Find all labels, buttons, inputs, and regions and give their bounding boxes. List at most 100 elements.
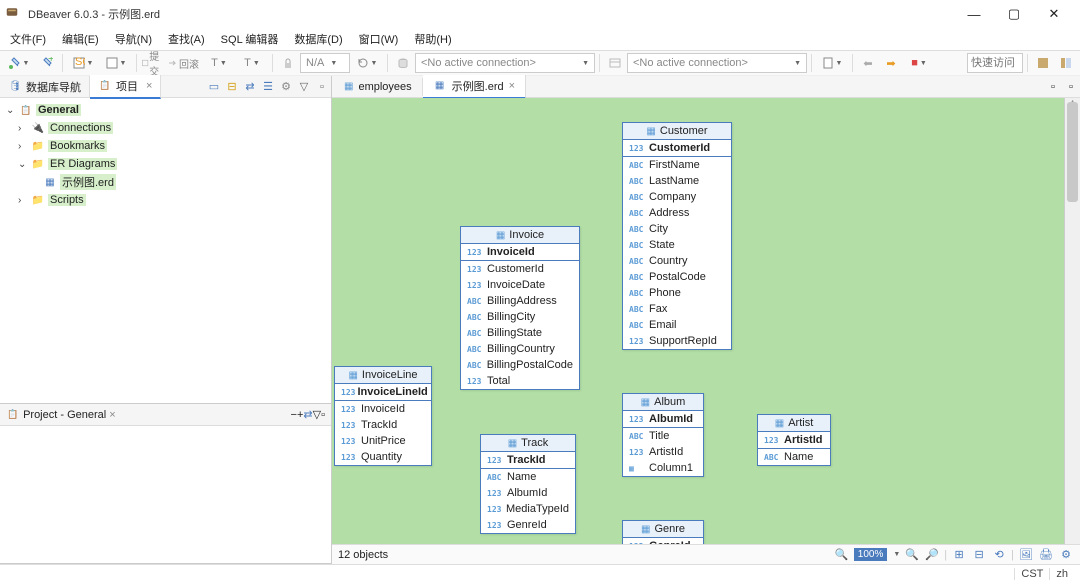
zoom-in-icon[interactable]: 🔍 (904, 548, 920, 561)
menu-navigate[interactable]: 导航(N) (107, 29, 160, 49)
maximize-editor-icon[interactable]: ▫ (1044, 78, 1062, 96)
column-row[interactable]: 123TrackId (335, 417, 431, 433)
menu-window[interactable]: 窗口(W) (351, 29, 407, 49)
print-icon[interactable]: 🖨 (1038, 548, 1054, 561)
column-row[interactable]: 123GenreId (481, 517, 575, 533)
perspective-dbeaver-icon[interactable] (1032, 52, 1054, 74)
back-button[interactable]: ⬅ (857, 52, 879, 74)
column-row[interactable]: 123InvoiceDate (461, 277, 579, 293)
perspective-other-icon[interactable] (1055, 52, 1077, 74)
quick-access-input[interactable] (967, 53, 1023, 73)
column-row[interactable]: ABCPostalCode (623, 269, 731, 285)
minimize-button[interactable]: — (954, 2, 994, 26)
column-row[interactable]: ABCEmail (623, 317, 731, 333)
column-row[interactable]: ABCPhone (623, 285, 731, 301)
menu-help[interactable]: 帮助(H) (406, 29, 459, 49)
column-row[interactable]: ABCBillingAddress (461, 293, 579, 309)
config-icon[interactable]: ☰ (259, 78, 277, 96)
column-row[interactable]: ABCFirstName (623, 157, 731, 173)
column-row[interactable]: 123SupportRepId (623, 333, 731, 349)
entity-artist[interactable]: ▦Artist123ArtistIdABCName (757, 414, 831, 466)
tree-item-bookmarks[interactable]: ›📁Bookmarks (2, 137, 329, 155)
gear-icon[interactable]: ⚙ (277, 78, 295, 96)
conn-combo-1[interactable]: <No active connection>▼ (415, 53, 595, 73)
tree-item-general[interactable]: ⌄📋General (2, 101, 329, 119)
vertical-scrollbar[interactable]: ∧ (1064, 98, 1080, 544)
project-tree[interactable]: ⌄📋General ›🔌Connections ›📁Bookmarks ⌄📁ER… (0, 98, 331, 403)
column-row[interactable]: ABCCity (623, 221, 731, 237)
column-row[interactable]: 123Quantity (335, 449, 431, 465)
column-row[interactable]: ▦Column1 (623, 460, 703, 476)
close-button[interactable]: ✕ (1034, 2, 1074, 26)
zoom-out-icon[interactable]: 🔎 (924, 548, 940, 561)
collapse-icon[interactable]: ⊟ (223, 78, 241, 96)
column-row[interactable]: 123TrackId (481, 452, 575, 469)
tx-log-button[interactable]: T▼ (236, 52, 268, 74)
minimize-panel-icon[interactable]: ▫ (313, 78, 331, 96)
db-icon[interactable] (392, 52, 414, 74)
tree-item-scripts[interactable]: ›📁Scripts (2, 191, 329, 209)
lock-icon[interactable] (277, 52, 299, 74)
tab-db-navigator[interactable]: 🛢数据库导航 (0, 76, 90, 98)
link-icon[interactable]: ⇄ (303, 408, 312, 421)
auto-combo[interactable]: N/A▼ (300, 53, 350, 73)
grid-icon[interactable]: ⊟ (971, 548, 987, 561)
column-row[interactable]: ABCBillingCountry (461, 341, 579, 357)
menu-file[interactable]: 文件(F) (2, 29, 54, 49)
minimize-panel-icon[interactable]: ▫ (321, 409, 325, 421)
menu-edit[interactable]: 编辑(E) (54, 29, 107, 49)
stop-button[interactable]: ■▼ (903, 52, 935, 74)
column-row[interactable]: 123CustomerId (623, 140, 731, 157)
conn-combo-2[interactable]: <No active connection>▼ (627, 53, 807, 73)
column-row[interactable]: 123Total (461, 373, 579, 389)
export-icon[interactable]: 🖼 (1018, 548, 1034, 561)
new-conn-wizard-button[interactable]: + (36, 52, 58, 74)
layout-icon[interactable]: ⊞ (951, 548, 967, 561)
menu-sql-editor[interactable]: SQL 编辑器 (213, 29, 287, 49)
entity-genre[interactable]: ▦Genre123GenreId (622, 520, 704, 544)
column-row[interactable]: 123AlbumId (623, 411, 703, 428)
entity-track[interactable]: ▦Track123TrackIdABCName123AlbumId123Medi… (480, 434, 576, 534)
column-row[interactable]: ABCLastName (623, 173, 731, 189)
script-button[interactable]: ▼ (816, 52, 848, 74)
commit-button[interactable]: 提交 (141, 52, 163, 74)
menu-database[interactable]: 数据库(D) (286, 29, 350, 49)
restore-editor-icon[interactable]: ▫ (1062, 78, 1080, 96)
search-icon[interactable]: 🔍 (834, 548, 850, 561)
column-row[interactable]: 123InvoiceId (461, 244, 579, 261)
zoom-value[interactable]: 100% (854, 548, 888, 561)
column-row[interactable]: ABCAddress (623, 205, 731, 221)
sql-editor-button[interactable]: SQL▼ (67, 52, 99, 74)
close-icon[interactable]: × (109, 409, 115, 421)
column-row[interactable]: 123MediaTypeId (481, 501, 575, 517)
tab-employees[interactable]: ▦employees (334, 78, 423, 96)
close-icon[interactable]: × (509, 80, 515, 92)
link-icon[interactable]: ⇄ (241, 78, 259, 96)
menu-icon[interactable]: ▽ (313, 408, 321, 421)
recent-sql-button[interactable]: ▼ (100, 52, 132, 74)
menu-icon[interactable]: ▽ (295, 78, 313, 96)
column-row[interactable]: ABCState (623, 237, 731, 253)
tree-item-connections[interactable]: ›🔌Connections (2, 119, 329, 137)
tx-mode-button[interactable]: T▼ (203, 52, 235, 74)
tab-erd[interactable]: ▦示例图.erd× (423, 75, 526, 99)
view-icon[interactable]: ▭ (205, 78, 223, 96)
column-row[interactable]: ABCBillingPostalCode (461, 357, 579, 373)
refresh-button[interactable]: ▼ (351, 52, 383, 74)
entity-album[interactable]: ▦Album123AlbumIdABCTitle123ArtistId▦Colu… (622, 393, 704, 477)
close-icon[interactable]: × (146, 80, 152, 92)
column-row[interactable]: ABCName (758, 449, 830, 465)
entity-customer[interactable]: ▦Customer123CustomerIdABCFirstNameABCLas… (622, 122, 732, 350)
column-row[interactable]: ABCBillingCity (461, 309, 579, 325)
rollback-button[interactable]: 回滚 (164, 52, 202, 74)
entity-invoiceline[interactable]: ▦InvoiceLine123InvoiceLineId123InvoiceId… (334, 366, 432, 466)
column-row[interactable]: 123InvoiceLineId (335, 384, 431, 401)
schema-icon[interactable] (604, 52, 626, 74)
column-row[interactable]: 123UnitPrice (335, 433, 431, 449)
refresh-icon[interactable]: ⟲ (991, 548, 1007, 561)
column-row[interactable]: ABCName (481, 469, 575, 485)
column-row[interactable]: 123AlbumId (481, 485, 575, 501)
column-row[interactable]: 123InvoiceId (335, 401, 431, 417)
maximize-button[interactable]: ▢ (994, 2, 1034, 26)
column-row[interactable]: 123CustomerId (461, 261, 579, 277)
